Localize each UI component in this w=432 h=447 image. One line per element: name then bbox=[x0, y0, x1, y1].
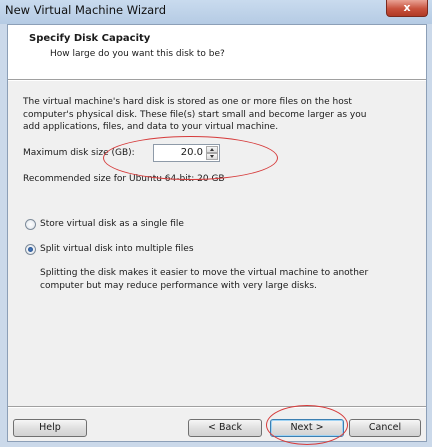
disk-size-label: Maximum disk size (GB): bbox=[23, 148, 135, 158]
close-icon: x bbox=[403, 1, 411, 14]
spin-up-icon[interactable] bbox=[206, 146, 218, 153]
spinner-buttons bbox=[206, 146, 218, 160]
description-line: computer's physical disk. These file(s) … bbox=[23, 109, 367, 120]
single-file-label[interactable]: Store virtual disk as a single file bbox=[40, 218, 184, 231]
single-file-radio[interactable] bbox=[25, 219, 36, 230]
multiple-files-radio[interactable] bbox=[25, 244, 36, 255]
cancel-button[interactable]: Cancel bbox=[349, 419, 421, 437]
recommended-size: Recommended size for Ubuntu 64-bit: 20 G… bbox=[23, 174, 225, 184]
wizard-window: New Virtual Machine Wizard x Specify Dis… bbox=[0, 0, 432, 447]
description-line: The virtual machine's hard disk is store… bbox=[23, 97, 352, 107]
title-bar[interactable]: New Virtual Machine Wizard x bbox=[0, 0, 432, 24]
multiple-files-label[interactable]: Split virtual disk into multiple files bbox=[40, 243, 194, 256]
radio-selected-dot bbox=[28, 247, 33, 252]
footer-divider bbox=[8, 406, 426, 408]
page-subtitle: How large do you want this disk to be? bbox=[50, 49, 225, 59]
spin-down-icon[interactable] bbox=[206, 153, 218, 160]
disk-size-value[interactable]: 20.0 bbox=[181, 147, 203, 158]
help-button[interactable]: Help bbox=[13, 419, 87, 437]
split-note-line: Splitting the disk makes it easier to mo… bbox=[40, 268, 369, 278]
wizard-body: Specify Disk Capacity How large do you w… bbox=[7, 24, 427, 442]
split-note: Splitting the disk makes it easier to mo… bbox=[40, 267, 368, 292]
split-note-line: computer but may reduce performance with… bbox=[40, 280, 317, 291]
back-button[interactable]: < Back bbox=[188, 419, 262, 437]
description-text: The virtual machine's hard disk is store… bbox=[23, 96, 366, 134]
next-button[interactable]: Next > bbox=[270, 419, 344, 437]
wizard-header: Specify Disk Capacity How large do you w… bbox=[8, 25, 426, 79]
disk-size-spinner[interactable]: 20.0 bbox=[153, 144, 220, 162]
page-title: Specify Disk Capacity bbox=[29, 33, 151, 44]
close-button[interactable]: x bbox=[386, 0, 428, 17]
description-line: add applications, files, and data to you… bbox=[23, 122, 279, 132]
header-divider bbox=[8, 79, 426, 81]
window-title: New Virtual Machine Wizard bbox=[5, 3, 166, 17]
